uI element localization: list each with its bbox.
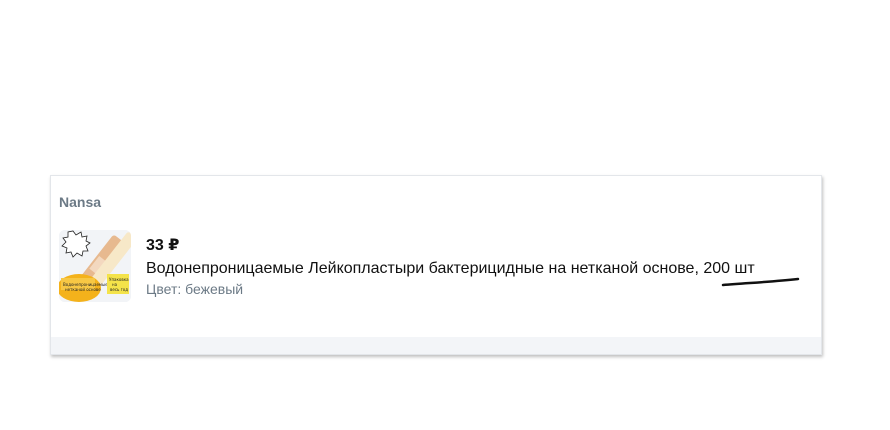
product-thumbnail[interactable]: Водонепроницаемые нетканой основе Упаков… xyxy=(59,230,131,302)
product-price: 33 ₽ xyxy=(146,237,180,254)
svg-text:весь год: весь год xyxy=(110,287,128,292)
svg-text:нетканой основе: нетканой основе xyxy=(65,287,101,292)
product-color: Цвет: бежевый xyxy=(146,281,244,297)
underline-annotation xyxy=(721,277,800,287)
bandage-package-image: Водонепроницаемые нетканой основе Упаков… xyxy=(59,230,131,302)
product-title[interactable]: Водонепроницаемые Лейкопластыри бактериц… xyxy=(146,258,755,280)
card-footer-strip xyxy=(51,337,821,354)
product-row[interactable]: Водонепроницаемые нетканой основе Упаков… xyxy=(59,230,755,302)
seller-name[interactable]: Nansa xyxy=(59,194,101,210)
order-item-card: Nansa Водонепроницаемые нетканой основе … xyxy=(50,175,822,355)
product-info: 33 ₽ Водонепроницаемые Лейкопластыри бак… xyxy=(146,230,755,298)
